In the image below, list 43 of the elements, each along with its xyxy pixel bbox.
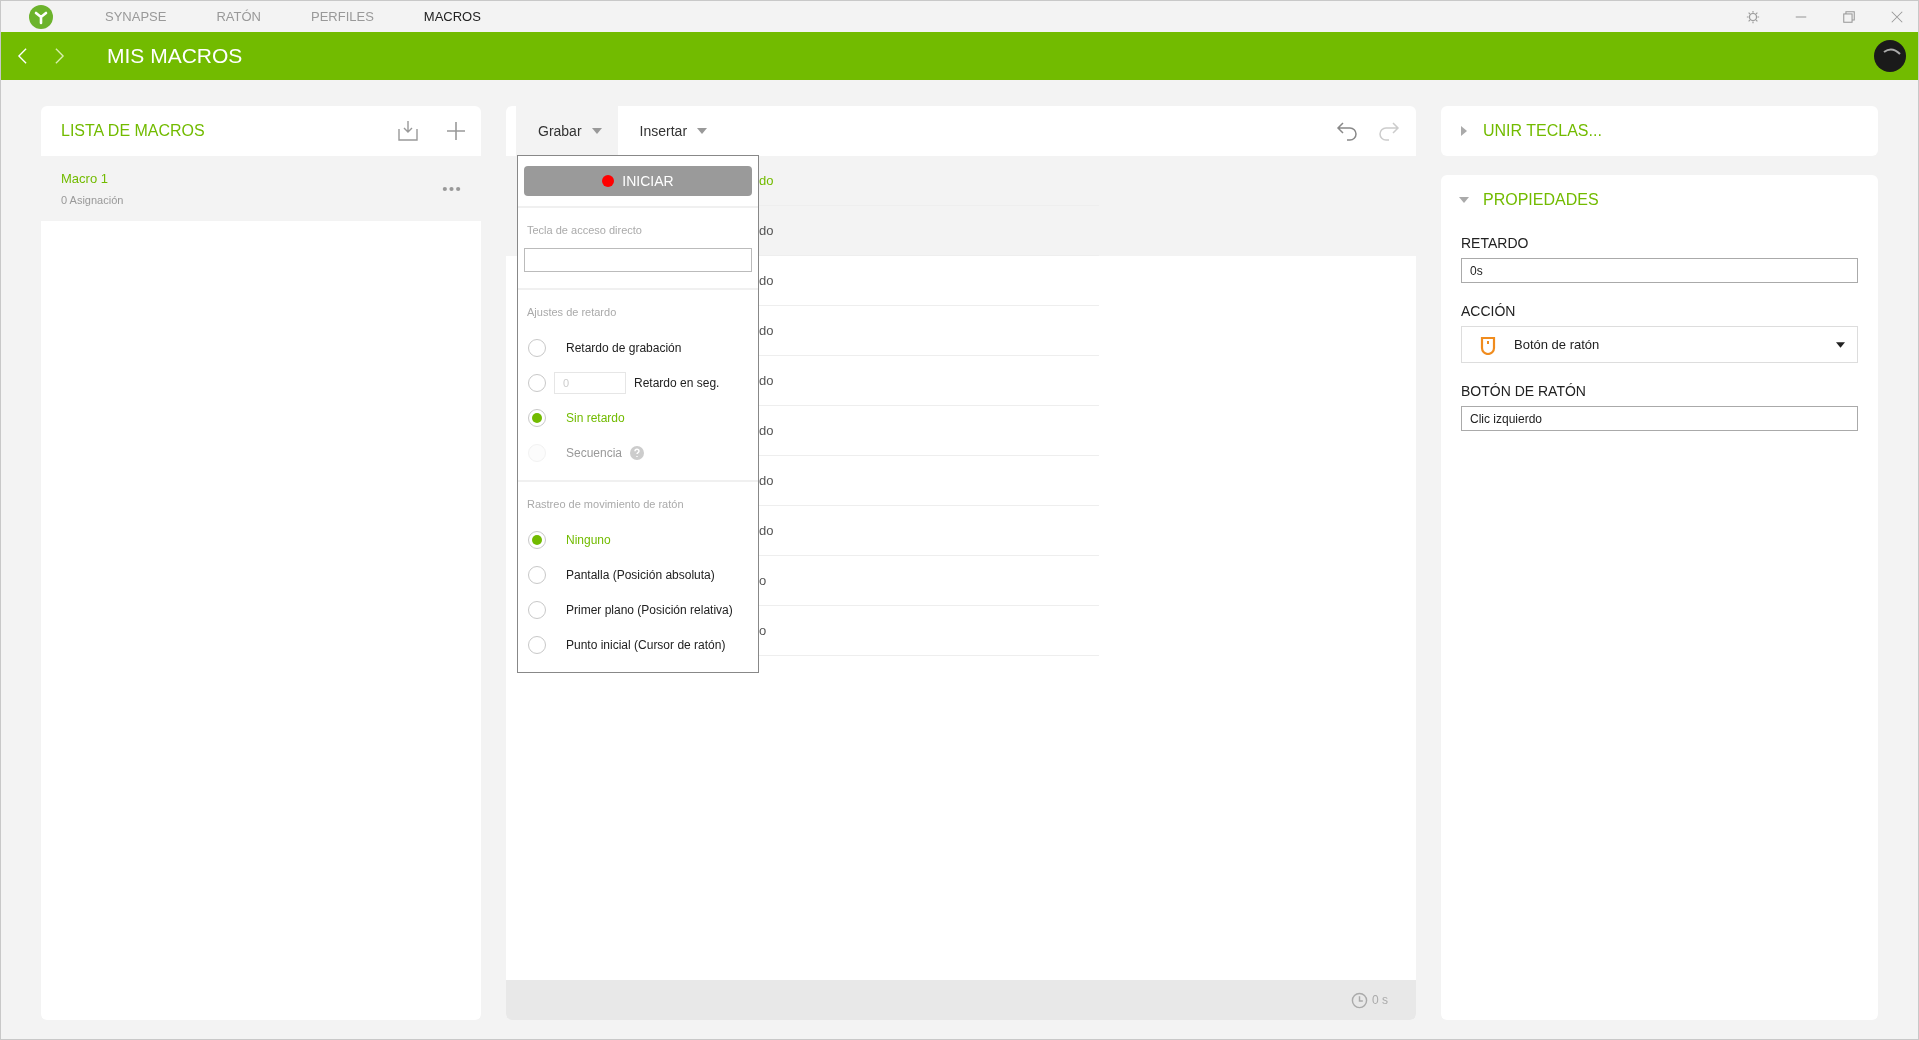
option-label[interactable]: Punto inicial (Cursor de ratón)	[566, 637, 726, 652]
logo-icon[interactable]	[29, 4, 53, 29]
expand-icon	[1459, 195, 1469, 205]
more-icon[interactable]	[442, 185, 461, 192]
duration-text: 0 s	[1372, 993, 1388, 1007]
record-icon	[602, 175, 615, 187]
undo-icon[interactable]	[1336, 120, 1358, 142]
field-label: BOTÓN DE RATÓN	[1461, 383, 1587, 399]
settings-icon[interactable]	[1746, 9, 1760, 24]
action-dropdown[interactable]: Botón de ratón	[1461, 326, 1858, 363]
option-label[interactable]: Retardo de grabación	[566, 340, 682, 355]
option-label[interactable]: Primer plano (Posición relativa)	[566, 602, 733, 617]
restore-icon[interactable]	[1842, 9, 1856, 24]
help-icon[interactable]	[630, 445, 645, 460]
close-icon[interactable]	[1890, 9, 1904, 24]
import-icon[interactable]	[397, 120, 419, 142]
text-field[interactable]: Clic izquierdo	[1461, 406, 1858, 431]
field-label: RETARDO	[1461, 235, 1530, 251]
field-label: ACCIÓN	[1461, 303, 1517, 319]
clock-icon	[1351, 991, 1368, 1009]
section-label: Ajustes de retardo	[526, 305, 618, 320]
section-label: Rastreo de movimiento de ratón	[526, 497, 685, 512]
page-title: MIS MACROS	[107, 44, 243, 68]
hotkey-field[interactable]	[524, 248, 752, 272]
toolbar-tab[interactable]: Grabar	[516, 106, 618, 156]
macro-assignments: 0 Asignación	[61, 194, 125, 206]
caret-icon	[591, 128, 602, 134]
add-icon[interactable]	[445, 120, 467, 142]
redo-icon[interactable]	[1378, 120, 1400, 142]
option-label[interactable]: Retardo en seg.	[634, 375, 720, 390]
avatar[interactable]	[1874, 40, 1906, 72]
caret-icon	[697, 128, 708, 134]
caret-icon	[1836, 341, 1845, 348]
macro-name: Macro 1	[61, 171, 109, 186]
mouse-icon	[1480, 334, 1496, 355]
expand-icon	[1459, 126, 1469, 136]
back-icon[interactable]	[17, 47, 28, 65]
text-field[interactable]: 0s	[1461, 258, 1858, 283]
panel-title: LISTA DE MACROS	[61, 122, 205, 140]
section-label: Tecla de acceso directo	[526, 223, 643, 238]
forward-icon[interactable]	[54, 47, 65, 65]
option-label[interactable]: Pantalla (Posición absoluta)	[566, 567, 715, 582]
nav-tab[interactable]: MACROS	[423, 9, 481, 24]
